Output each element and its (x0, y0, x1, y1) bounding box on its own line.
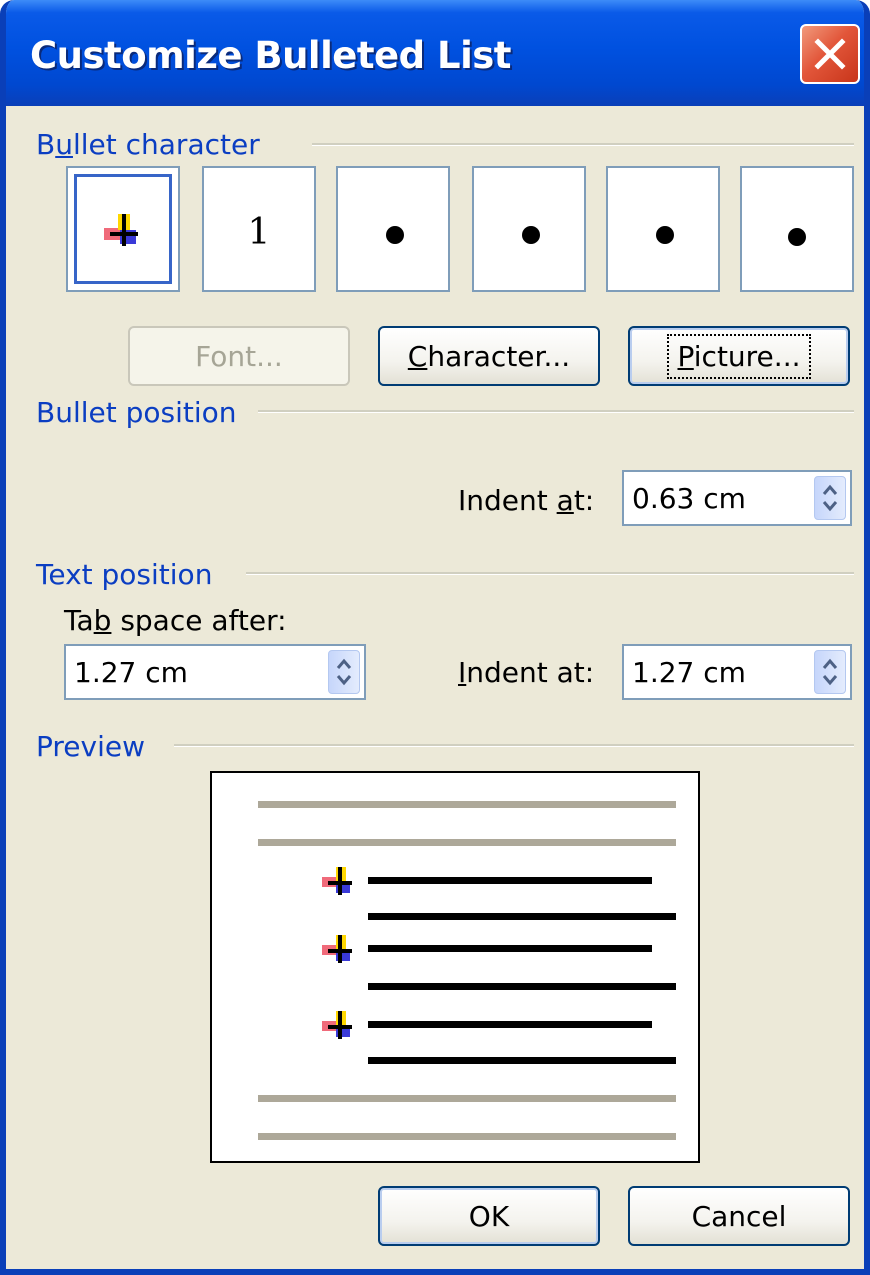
bullet-option-dot[interactable] (472, 166, 586, 292)
bullet-dot-icon (386, 226, 404, 244)
bullet-indent-field[interactable]: 0.63 cm (622, 470, 852, 526)
bullet-option-dot[interactable] (740, 166, 854, 292)
preview-bullet-icon (322, 867, 352, 895)
preview-divider (174, 744, 854, 747)
character-button-label: Character... (407, 339, 571, 373)
tab-space-spinner[interactable] (328, 650, 360, 694)
picture-button[interactable]: Picture... (628, 326, 850, 386)
bullet-option-picture[interactable] (66, 166, 180, 292)
customize-bulleted-list-dialog: Customize Bulleted List Bullet character… (0, 0, 870, 1275)
preview-group-label: Preview (36, 730, 145, 763)
preview-line (368, 945, 652, 952)
preview-line (368, 1057, 676, 1064)
bullet-indent-value[interactable]: 0.63 cm (632, 482, 746, 515)
text-indent-field[interactable]: 1.27 cm (622, 644, 852, 700)
tab-space-after-field[interactable]: 1.27 cm (64, 644, 366, 700)
character-button[interactable]: Character... (378, 326, 600, 386)
font-button-label: Font... (195, 339, 283, 373)
text-indent-label: Indent at: (458, 656, 595, 689)
preview-line (258, 839, 676, 846)
font-button[interactable]: Font... (128, 326, 350, 386)
close-icon (814, 38, 846, 70)
preview-line (368, 877, 652, 884)
tab-space-after-value[interactable]: 1.27 cm (74, 656, 188, 689)
preview-line (258, 801, 676, 808)
bullet-option-dot[interactable] (336, 166, 450, 292)
bullet-glyph: 1 (247, 212, 271, 253)
text-indent-value[interactable]: 1.27 cm (632, 656, 746, 689)
cancel-button-label: Cancel (691, 1199, 787, 1233)
preview-line (258, 1133, 676, 1140)
bullet-dot-icon (522, 226, 540, 244)
bullet-option-number[interactable]: 1 (202, 166, 316, 292)
close-button[interactable] (800, 24, 860, 84)
preview-bullet-icon (322, 1011, 352, 1039)
bullet-option-dot[interactable] (606, 166, 720, 292)
preview-line (258, 1095, 676, 1102)
spinner-arrows-icon (822, 484, 838, 512)
spinner-arrows-icon (336, 658, 352, 686)
bullet-character-group-label: Bullet character (36, 128, 260, 161)
bullet-position-group-label: Bullet position (36, 396, 237, 429)
text-position-group-label: Text position (36, 558, 213, 591)
spinner-arrows-icon (822, 658, 838, 686)
ok-button[interactable]: OK (378, 1186, 600, 1246)
ok-button-label: OK (468, 1199, 510, 1233)
bullet-dot-icon (788, 228, 806, 246)
picture-button-label: Picture... (667, 333, 811, 379)
picture-bullet-icon (104, 214, 138, 246)
preview-line (368, 913, 676, 920)
bullet-indent-spinner[interactable] (814, 476, 846, 520)
text-indent-spinner[interactable] (814, 650, 846, 694)
bullet-indent-label: Indent at: (458, 484, 595, 517)
bullet-character-divider (312, 143, 854, 146)
bullet-dot-icon (656, 226, 674, 244)
tab-space-after-label: Tab space after: (64, 604, 287, 637)
cancel-button[interactable]: Cancel (628, 1186, 850, 1246)
preview-line (368, 983, 676, 990)
title-bar[interactable]: Customize Bulleted List (6, 0, 864, 106)
preview-bullet-icon (322, 935, 352, 963)
dialog-title: Customize Bulleted List (30, 34, 512, 77)
text-position-divider (246, 572, 854, 575)
preview-pane (210, 771, 700, 1163)
preview-line (368, 1021, 652, 1028)
bullet-position-divider (258, 410, 854, 413)
